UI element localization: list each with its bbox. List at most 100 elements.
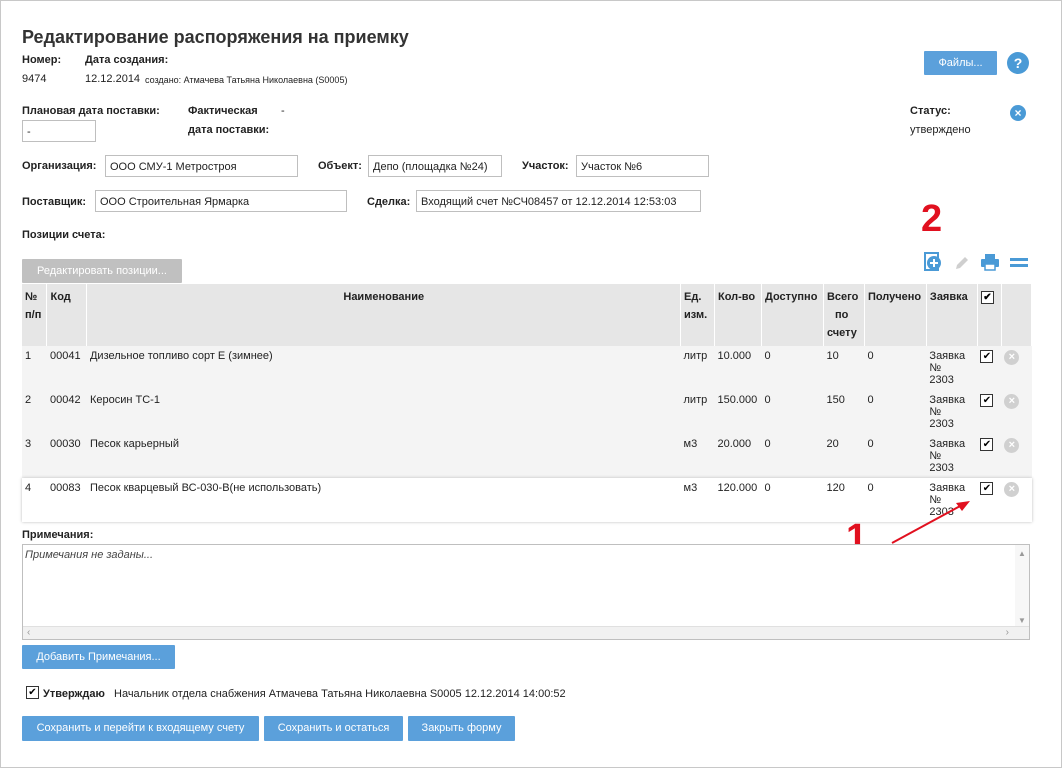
cell-unit: м3 [680, 478, 715, 522]
object-input[interactable]: Депо (площадка №24) [368, 155, 502, 177]
notes-textarea[interactable]: Примечания не заданы... ▲ ▼ ‹ › [22, 544, 1030, 640]
org-input[interactable]: ООО СМУ-1 Метростроя [105, 155, 298, 177]
cell-available: 0 [761, 346, 824, 390]
actual-date-label-1: Фактическая [188, 105, 258, 117]
delete-row-icon[interactable]: × [1004, 350, 1020, 365]
close-form-button[interactable]: Закрыть форму [408, 716, 515, 741]
add-notes-button[interactable]: Добавить Примечания... [22, 645, 175, 669]
delete-row-icon[interactable]: × [1004, 438, 1020, 453]
cell-delete: × [1001, 478, 1032, 522]
approve-checkbox-wrap: ✔ [26, 686, 39, 699]
cell-name: Песок кварцевый ВС-030-В(не использовать… [86, 478, 681, 522]
row-checkbox[interactable]: ✔ [980, 438, 994, 451]
annotation-2: 2 [921, 198, 943, 240]
cell-name: Дизельное топливо сорт Е (зимнее) [86, 346, 681, 390]
section-input[interactable]: Участок №6 [576, 155, 709, 177]
cell-num: 4 [22, 478, 47, 522]
col-request: Заявка [926, 284, 978, 346]
actual-date-label-2: дата поставки: [188, 124, 270, 136]
scroll-right-icon[interactable]: › [1006, 627, 1009, 638]
row-checkbox[interactable]: ✔ [980, 482, 994, 495]
cell-code: 00030 [46, 434, 87, 478]
cell-unit: м3 [680, 434, 715, 478]
add-document-icon[interactable] [922, 251, 946, 273]
cell-select: ✔ [977, 346, 1002, 390]
pencil-icon[interactable] [953, 254, 971, 272]
cell-name: Керосин ТС-1 [86, 390, 681, 434]
approve-text: Начальник отдела снабжения Атмачева Тать… [114, 688, 566, 700]
help-icon[interactable]: ? [1007, 52, 1029, 74]
scroll-up-icon[interactable]: ▲ [1018, 549, 1026, 558]
approve-label: Утверждаю [43, 688, 105, 700]
save-and-stay-button[interactable]: Сохранить и остаться [264, 716, 403, 741]
supplier-label: Поставщик: [22, 196, 87, 208]
row-checkbox[interactable]: ✔ [980, 394, 994, 407]
supplier-input[interactable]: ООО Строительная Ярмарка [95, 190, 347, 212]
col-num: № п/п [22, 284, 48, 346]
col-select-all: ✔ [977, 284, 1002, 346]
planned-date-input[interactable]: - [22, 120, 96, 142]
cell-delete: × [1001, 346, 1032, 390]
cell-qty: 120.000 [714, 478, 762, 522]
col-unit: Ед. изм. [680, 284, 715, 346]
cell-num: 2 [22, 390, 47, 434]
select-all-checkbox[interactable]: ✔ [980, 291, 994, 304]
deal-input[interactable]: Входящий счет №СЧ08457 от 12.12.2014 12:… [416, 190, 701, 212]
cell-code: 00083 [46, 478, 87, 522]
cell-available: 0 [761, 478, 824, 522]
edit-positions-button[interactable]: Редактировать позиции... [22, 259, 182, 283]
created-by: создано: Атмачева Татьяна Николаевна (S0… [145, 75, 348, 85]
table-row[interactable]: 3 00030 Песок карьерный м3 20.000 0 20 0… [22, 434, 1032, 478]
cell-select: ✔ [977, 434, 1002, 478]
scroll-down-icon[interactable]: ▼ [1018, 616, 1026, 625]
status-close-icon[interactable]: × [1010, 105, 1026, 121]
positions-table: № п/п Код Наименование Ед. изм. Кол-во Дос… [22, 284, 1033, 522]
planned-date-label: Плановая дата поставки: [22, 105, 160, 117]
cell-qty: 150.000 [714, 390, 762, 434]
col-name: Наименование [86, 284, 681, 346]
status-value: утверждено [910, 124, 971, 136]
cell-total: 20 [823, 434, 865, 478]
notes-vertical-scrollbar[interactable]: ▲ ▼ [1015, 545, 1029, 627]
row-checkbox[interactable]: ✔ [980, 350, 994, 363]
cell-total: 10 [823, 346, 865, 390]
notes-placeholder: Примечания не заданы... [25, 549, 154, 561]
delete-row-icon[interactable]: × [1004, 482, 1020, 497]
col-available: Доступно [761, 284, 824, 346]
status-label: Статус: [910, 105, 951, 117]
scroll-left-icon[interactable]: ‹ [27, 627, 30, 638]
approve-checkbox[interactable]: ✔ [26, 686, 39, 699]
cell-received: 0 [864, 346, 927, 390]
cell-name: Песок карьерный [86, 434, 681, 478]
save-and-go-button[interactable]: Сохранить и перейти к входящему счету [22, 716, 259, 741]
cell-select: ✔ [977, 390, 1002, 434]
cell-available: 0 [761, 434, 824, 478]
notes-horizontal-scrollbar[interactable]: ‹ › [23, 626, 1029, 639]
print-icon[interactable] [980, 253, 1000, 271]
col-qty: Кол-во [714, 284, 762, 346]
cell-request: Заявка № 2303 [926, 390, 978, 434]
cell-num: 1 [22, 346, 47, 390]
table-row[interactable]: 1 00041 Дизельное топливо сорт Е (зимнее… [22, 346, 1032, 390]
number-label: Номер: [22, 54, 62, 66]
cell-delete: × [1001, 390, 1032, 434]
table-header-row: № п/п Код Наименование Ед. изм. Кол-во Дос… [22, 284, 1033, 346]
menu-icon[interactable] [1009, 256, 1029, 270]
cell-received: 0 [864, 390, 927, 434]
cell-qty: 20.000 [714, 434, 762, 478]
cell-request: Заявка № 2303 [926, 434, 978, 478]
cell-available: 0 [761, 390, 824, 434]
cell-num: 3 [22, 434, 47, 478]
positions-label: Позиции счета: [22, 229, 106, 241]
actual-date-value: - [281, 105, 285, 117]
cell-delete: × [1001, 434, 1032, 478]
delete-row-icon[interactable]: × [1004, 394, 1020, 409]
created-value: 12.12.2014 [85, 73, 141, 85]
table-row[interactable]: 2 00042 Керосин ТС-1 литр 150.000 0 150 … [22, 390, 1032, 434]
cell-unit: литр [680, 346, 715, 390]
cell-select: ✔ [977, 478, 1002, 522]
cell-qty: 10.000 [714, 346, 762, 390]
files-button[interactable]: Файлы... [924, 51, 997, 75]
col-actions [1001, 284, 1033, 346]
deal-label: Сделка: [367, 196, 411, 208]
